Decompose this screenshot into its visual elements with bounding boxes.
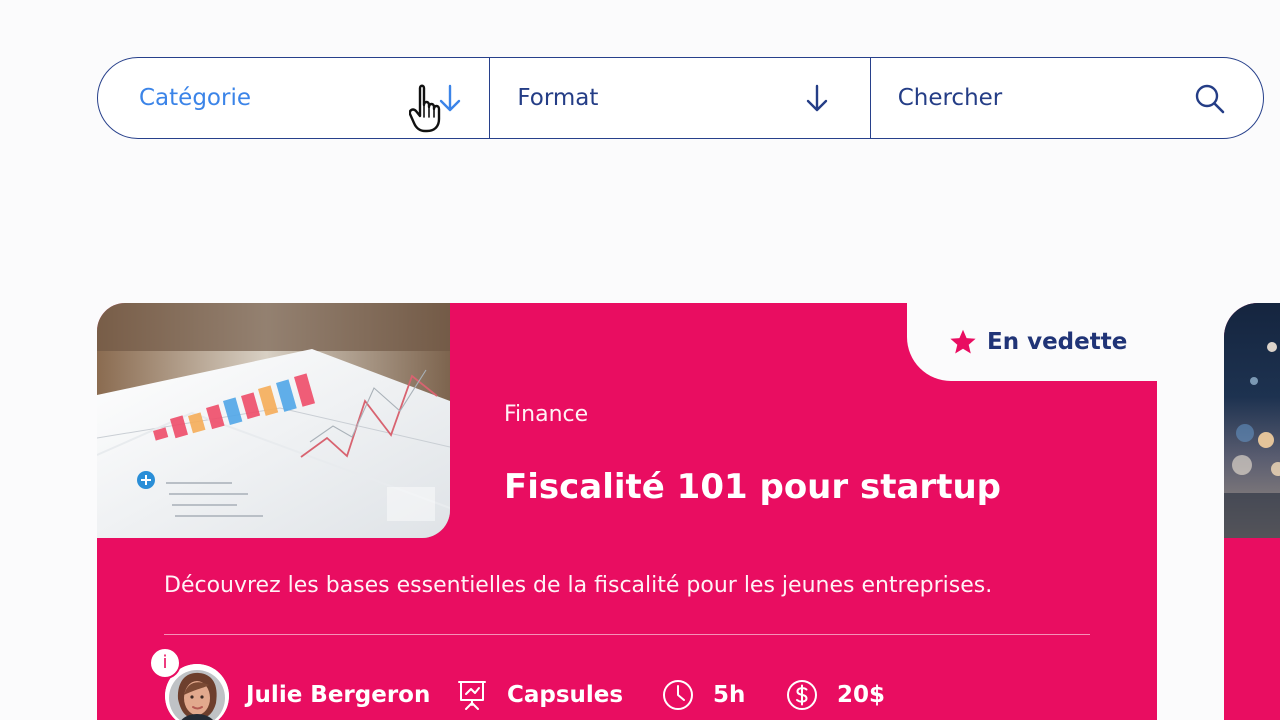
featured-course-card[interactable]: En vedette Finance Fiscalité 101 pour st… (97, 303, 1157, 720)
category-filter-label: Catégorie (139, 85, 251, 111)
course-format-label: Capsules (507, 682, 624, 708)
author-info-badge[interactable]: i (149, 647, 181, 679)
carousel-gap (1157, 303, 1224, 720)
course-filter-bar: Catégorie Format Chercher (97, 57, 1264, 139)
clock-icon (663, 680, 693, 710)
course-catalog-page: Catégorie Format Chercher En vedette Fin… (0, 0, 1280, 720)
format-filter-dropdown[interactable]: Format (490, 58, 871, 138)
dollar-icon (787, 680, 817, 710)
course-price: 20$ (785, 678, 885, 712)
card-divider (164, 634, 1090, 635)
course-price-label: 20$ (837, 682, 886, 708)
course-title[interactable]: Fiscalité 101 pour startup (504, 466, 1001, 508)
course-format: Capsules (455, 678, 623, 712)
format-filter-label: Format (517, 85, 599, 111)
course-duration-label: 5h (713, 682, 746, 708)
course-category: Finance (504, 402, 589, 427)
author-name[interactable]: Julie Bergeron (246, 678, 430, 712)
featured-badge: En vedette (907, 303, 1157, 381)
star-icon (950, 329, 976, 354)
finance-report-image (97, 303, 450, 538)
course-duration: 5h (661, 678, 745, 712)
city-lights-image (1224, 342, 1280, 538)
hand-cursor-icon (409, 84, 441, 133)
presentation-icon (458, 681, 486, 710)
next-course-card-preview[interactable] (1224, 303, 1280, 720)
next-course-image (1224, 303, 1280, 538)
course-image (97, 303, 450, 538)
featured-badge-label: En vedette (987, 329, 1128, 355)
search-icon[interactable] (1193, 82, 1227, 116)
search-placeholder: Chercher (897, 85, 1003, 111)
search-field[interactable]: Chercher (871, 58, 1263, 138)
course-description: Découvrez les bases essentielles de la f… (164, 573, 993, 598)
arrow-down-icon (807, 84, 828, 112)
